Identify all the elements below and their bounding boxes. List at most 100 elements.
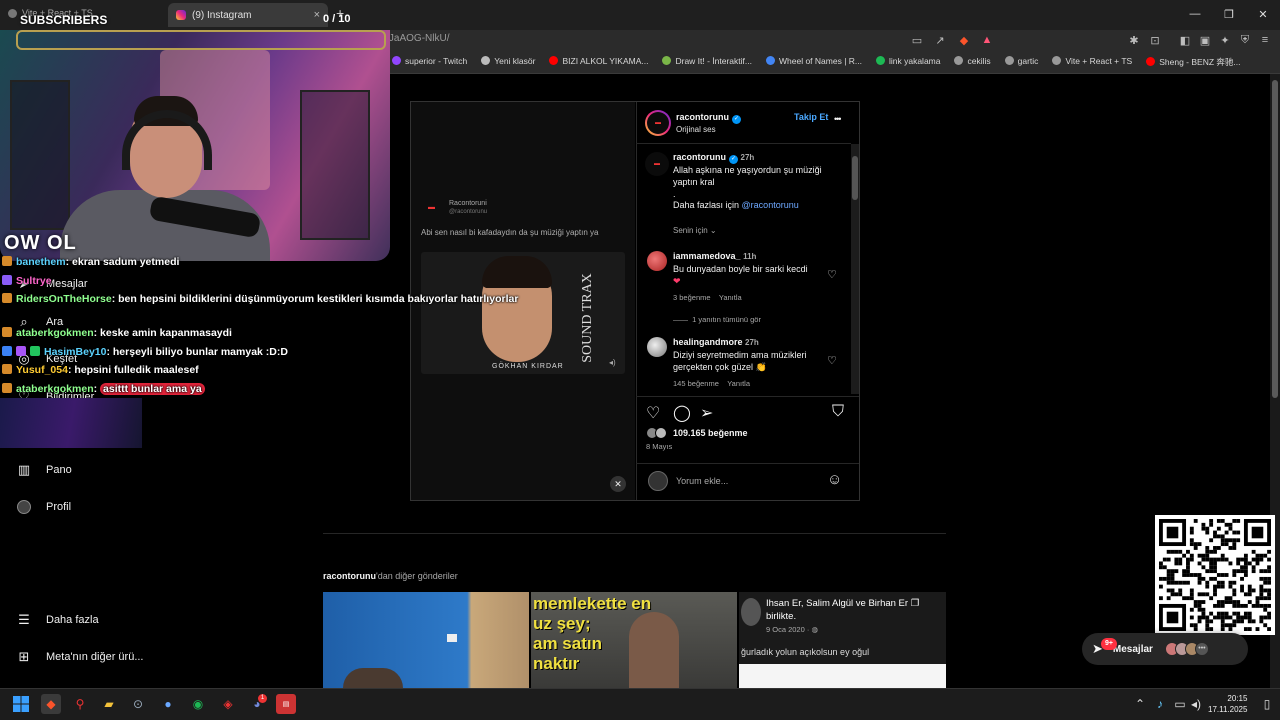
extensions-icon[interactable]: ✱: [1127, 33, 1141, 47]
system-clock[interactable]: 20:15 17.11.2025: [1208, 693, 1247, 715]
comments-scrollbar-thumb[interactable]: [852, 156, 858, 200]
share-icon[interactable]: ➢: [700, 403, 713, 423]
minimize-button[interactable]: —: [1178, 0, 1212, 28]
brave-browser-icon[interactable]: ◆: [41, 694, 61, 714]
bookmark-item[interactable]: cekilis: [954, 56, 991, 68]
qr-module: [1224, 530, 1229, 535]
more-post-tile[interactable]: [323, 592, 529, 688]
bookmark-item[interactable]: link yakalama: [875, 56, 940, 68]
follow-button[interactable]: Takip Et: [794, 112, 828, 122]
comment-author[interactable]: healingandmore 27h: [673, 337, 759, 347]
wallet-icon[interactable]: ▣: [1198, 33, 1212, 47]
mute-icon[interactable]: ✕: [610, 476, 626, 492]
maps-pin-icon[interactable]: ⚲: [70, 694, 90, 714]
page-scrollbar-thumb[interactable]: [1272, 80, 1278, 398]
bookmark-favicon-icon: [1004, 56, 1014, 65]
save-icon[interactable]: ⛉: [832, 403, 844, 421]
browser-menu-icon[interactable]: ≡: [1258, 33, 1272, 47]
view-replies[interactable]: —— 1 yanıtın tümünü gör: [673, 315, 761, 324]
bookmark-label: Vite + React + TS: [1065, 56, 1133, 66]
comment-reply-button[interactable]: Yanıtla: [719, 293, 742, 302]
bookmark-item[interactable]: Vite + React + TS: [1052, 56, 1132, 68]
bookmark-item[interactable]: gartic: [1004, 56, 1038, 68]
obs-app-icon[interactable]: ▤: [276, 694, 296, 714]
bookmark-item[interactable]: superior - Twitch: [392, 56, 467, 68]
comment-like-icon[interactable]: ♡: [827, 354, 837, 367]
vpn-icon[interactable]: ⛨: [1238, 33, 1252, 47]
spotify-icon[interactable]: ◉: [188, 694, 208, 714]
comment-avatar[interactable]: [647, 337, 667, 357]
qr-module: [1263, 569, 1268, 574]
more-options-icon[interactable]: •••: [834, 114, 842, 124]
volume-icon[interactable]: ◂): [1186, 694, 1206, 714]
comment-input[interactable]: Yorum ekle...: [676, 476, 728, 486]
notifications-icon[interactable]: ▯: [1257, 694, 1277, 714]
qr-module: [1240, 619, 1244, 624]
bookmark-item[interactable]: BIZI ALKOL YIKAMA...: [549, 56, 648, 68]
chat-user: ataberkgokmen: [16, 383, 94, 395]
app-icon[interactable]: ●: [158, 694, 178, 714]
maximize-button[interactable]: ❐: [1212, 0, 1246, 28]
tab-close-icon[interactable]: ×: [314, 9, 320, 21]
leo-ai-icon[interactable]: ✦: [1218, 33, 1232, 47]
qr-module: [1267, 565, 1271, 570]
caption-author[interactable]: racontorunu ✓ 27h: [673, 152, 754, 164]
close-window-button[interactable]: ✕: [1246, 0, 1280, 28]
comment-reply-button[interactable]: Yanıtla: [727, 379, 750, 388]
menu-icon: ☰: [18, 612, 30, 627]
cast-icon[interactable]: ▭: [910, 33, 924, 47]
comment-author[interactable]: iammamedova_ 11h: [673, 251, 756, 261]
more-post-tile[interactable]: Ihsan Er, Salim Algül ve Birhan Er ❐ bir…: [739, 592, 946, 688]
app-red-icon[interactable]: ◈: [218, 694, 238, 714]
qr-module: [1189, 596, 1194, 601]
sidebar-item-meta-products[interactable]: ⊞ Meta'nın diğer ürü...: [16, 649, 144, 665]
sidebar-item-dashboard[interactable]: ▥ Pano: [16, 462, 72, 478]
qr-module: [1236, 557, 1241, 562]
caption-mention-link[interactable]: @racontorunu: [742, 200, 799, 210]
comment-like-icon[interactable]: ♡: [827, 268, 837, 281]
comment-avatar[interactable]: [647, 251, 667, 271]
sidebar-item-more[interactable]: ☰ Daha fazla: [16, 612, 98, 628]
file-explorer-icon[interactable]: ▰: [99, 694, 119, 714]
windows-start-icon[interactable]: [11, 694, 31, 714]
post-author-name[interactable]: racontorunu ✓: [676, 112, 741, 124]
bookmark-item[interactable]: Yeni klasör: [481, 56, 535, 68]
qr-module: [1236, 538, 1241, 543]
chat-message: HasimBey10: herşeyli biliyo bunlar mamya…: [2, 346, 288, 358]
for-you-dropdown[interactable]: Senin için ⌄: [673, 226, 717, 235]
qr-module: [1228, 526, 1233, 531]
qr-module: [1166, 580, 1171, 585]
chat-text: asittt bunlar ama ya: [100, 383, 205, 395]
sidebar-item-profile[interactable]: Profil: [16, 499, 71, 515]
likes-count[interactable]: 109.165 beğenme: [673, 428, 748, 438]
qr-module: [1220, 580, 1225, 585]
tab-search-icon[interactable]: ⊡: [1148, 33, 1162, 47]
sidebar-toggle-icon[interactable]: ◧: [1178, 33, 1192, 47]
tab-instagram[interactable]: (9) Instagram ×: [168, 3, 328, 27]
qr-finder: [1166, 526, 1179, 539]
bookmark-item[interactable]: Wheel of Names | R...: [766, 56, 862, 68]
bookmark-item[interactable]: Draw It! - İnteraktif...: [662, 56, 752, 68]
post-audio-label[interactable]: Orijinal ses: [676, 125, 716, 134]
like-icon[interactable]: ♡: [646, 403, 660, 423]
caption-avatar[interactable]: ▬: [645, 152, 669, 176]
comment-icon[interactable]: ◯: [673, 403, 691, 423]
more-post-tile[interactable]: memlekette en uz şey; am satın naktır: [531, 592, 737, 688]
messages-avatars: •••: [1164, 642, 1209, 656]
steam-icon[interactable]: ⊙: [128, 694, 148, 714]
comment-likes[interactable]: 3 beğenme: [673, 293, 711, 302]
qr-module: [1201, 615, 1206, 620]
post-author-avatar[interactable]: ▬: [645, 110, 671, 136]
qr-module: [1232, 519, 1237, 523]
bookmark-item[interactable]: Sheng - BENZ 奔驰...: [1146, 56, 1240, 68]
brave-rewards-icon[interactable]: ▲: [980, 33, 994, 47]
share-icon[interactable]: ↗: [933, 33, 947, 47]
more-posts-owner-link[interactable]: racontorunu: [323, 571, 376, 581]
tray-chevron-icon[interactable]: ⌃: [1130, 694, 1150, 714]
microphone-icon[interactable]: ♪: [1150, 694, 1170, 714]
album-artist: GÖKHAN KIRDAR: [492, 363, 564, 370]
brave-shield-icon[interactable]: ◆: [957, 33, 971, 47]
comment-likes[interactable]: 145 beğenme: [673, 379, 719, 388]
emoji-icon[interactable]: ☺: [827, 471, 842, 488]
window-controls: — ❐ ✕: [1178, 0, 1280, 28]
